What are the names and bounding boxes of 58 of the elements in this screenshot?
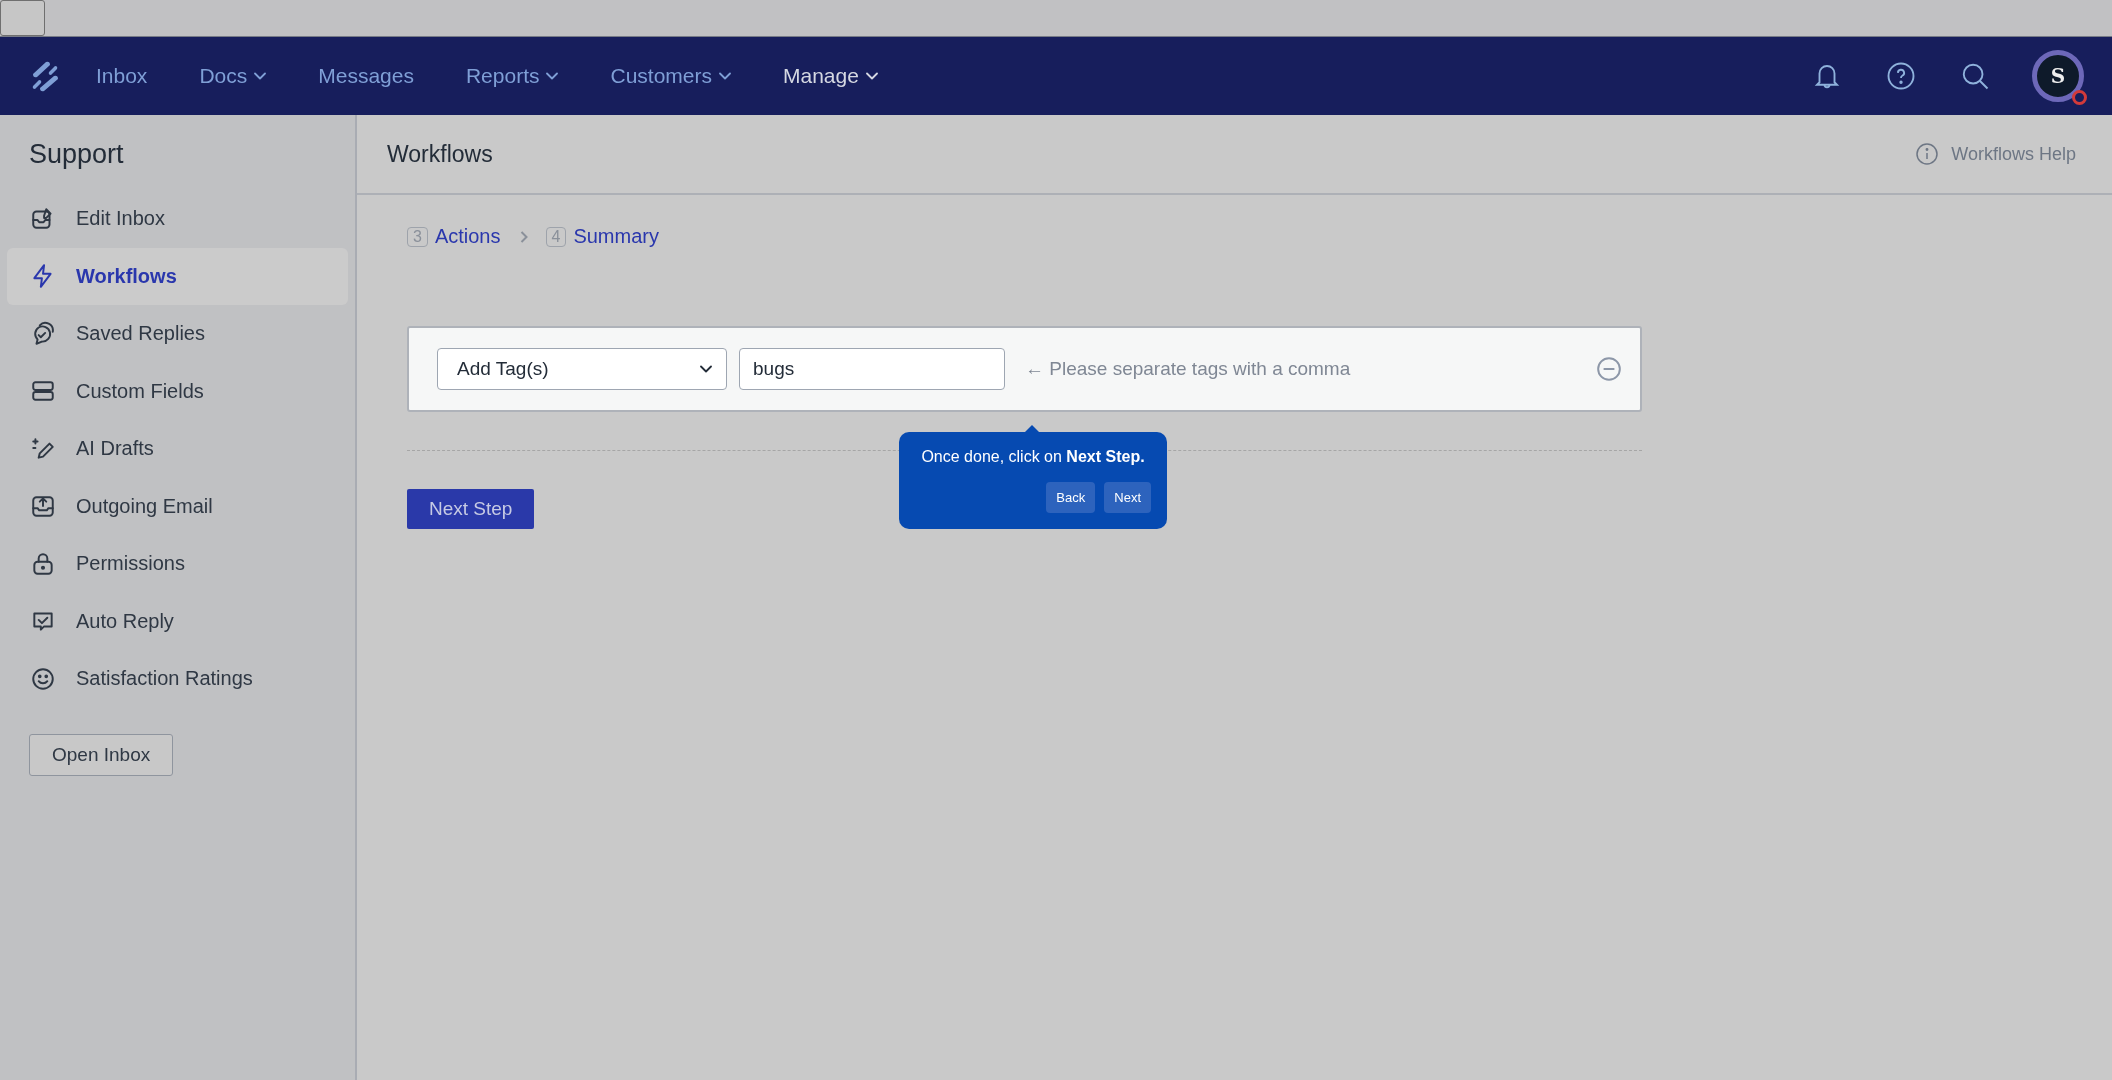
sidebar-item-label: Satisfaction Ratings	[76, 667, 253, 691]
tooltip-button[interactable]: Back	[1046, 482, 1096, 513]
slashes-logo-icon[interactable]	[30, 60, 60, 92]
sparkle-pencil-icon	[30, 435, 56, 462]
sidebar-item[interactable]: AI Drafts	[7, 420, 348, 478]
sidebar-item-label: Edit Inbox	[76, 207, 165, 231]
chevron-down-icon	[254, 72, 267, 80]
status-badge	[2072, 90, 2087, 105]
open-inbox-button[interactable]: Open Inbox	[29, 733, 174, 776]
sidebar-item-label: Saved Replies	[76, 322, 205, 346]
nav-item[interactable]: Manage	[783, 64, 878, 88]
tooltip-text: Once done, click on Next Step.	[920, 448, 1146, 466]
sidebar-item-label: Workflows	[76, 264, 177, 288]
nav-item[interactable]: Messages	[318, 64, 414, 88]
chevron-down-icon	[546, 72, 559, 80]
sidebar-item-label: Auto Reply	[76, 609, 174, 633]
sidebar-item-label: Outgoing Email	[76, 494, 213, 518]
page-title: Workflows	[387, 140, 493, 168]
smiley-icon	[30, 665, 56, 692]
step-number: 3	[407, 226, 428, 247]
sidebar-item-label: AI Drafts	[76, 437, 154, 461]
search-icon[interactable]	[1960, 61, 1990, 91]
sidebar-item[interactable]: Satisfaction Ratings	[7, 650, 348, 708]
chevron-down-icon	[865, 72, 878, 80]
user-avatar[interactable]: S	[2032, 50, 2084, 102]
sidebar-item-label: Custom Fields	[76, 379, 204, 403]
sidebar-item[interactable]: Workflows	[7, 247, 348, 305]
step-number: 4	[545, 226, 567, 247]
help-icon[interactable]	[1886, 61, 1916, 91]
hint-text: ← Please separate tags with a comma	[1025, 358, 1352, 380]
tooltip-button[interactable]: Next	[1104, 482, 1151, 513]
sidebar-item[interactable]: Edit Inbox	[7, 190, 348, 248]
sidebar-title: Support	[29, 139, 125, 170]
action-select[interactable]: Add Tag(s)	[437, 348, 727, 390]
sidebar-item[interactable]: Outgoing Email	[7, 477, 348, 535]
blank-button[interactable]	[0, 0, 45, 36]
step-label: Summary	[573, 225, 659, 248]
info-icon	[1915, 142, 1940, 166]
sidebar-item[interactable]: Custom Fields	[7, 362, 348, 420]
nav-item[interactable]: Docs	[199, 64, 267, 88]
tags-input-field[interactable]: bugs	[739, 348, 1005, 390]
sidebar-item-label: Permissions	[76, 552, 185, 576]
chevron-down-icon	[700, 365, 712, 373]
tray-upload-icon	[30, 493, 56, 520]
lock-icon	[30, 550, 56, 577]
sidebar-item[interactable]: Permissions	[7, 535, 348, 593]
breadcrumb-step[interactable]: 4 Summary	[545, 225, 659, 248]
chevron-down-icon	[719, 72, 731, 80]
nav-item[interactable]: Reports	[465, 64, 559, 88]
nav-item[interactable]: Customers	[610, 64, 731, 88]
nav-item[interactable]: Inbox	[96, 64, 148, 88]
step-label: Actions	[434, 225, 501, 248]
sidebar-item[interactable]: Auto Reply	[7, 592, 348, 650]
remove-icon[interactable]	[1596, 356, 1622, 382]
breadcrumb-step[interactable]: 3 Actions	[407, 225, 501, 248]
chevron-right-icon	[518, 230, 528, 243]
next-step-button[interactable]: Next Step	[407, 489, 535, 529]
sidebar-item[interactable]: Saved Replies	[7, 305, 348, 363]
